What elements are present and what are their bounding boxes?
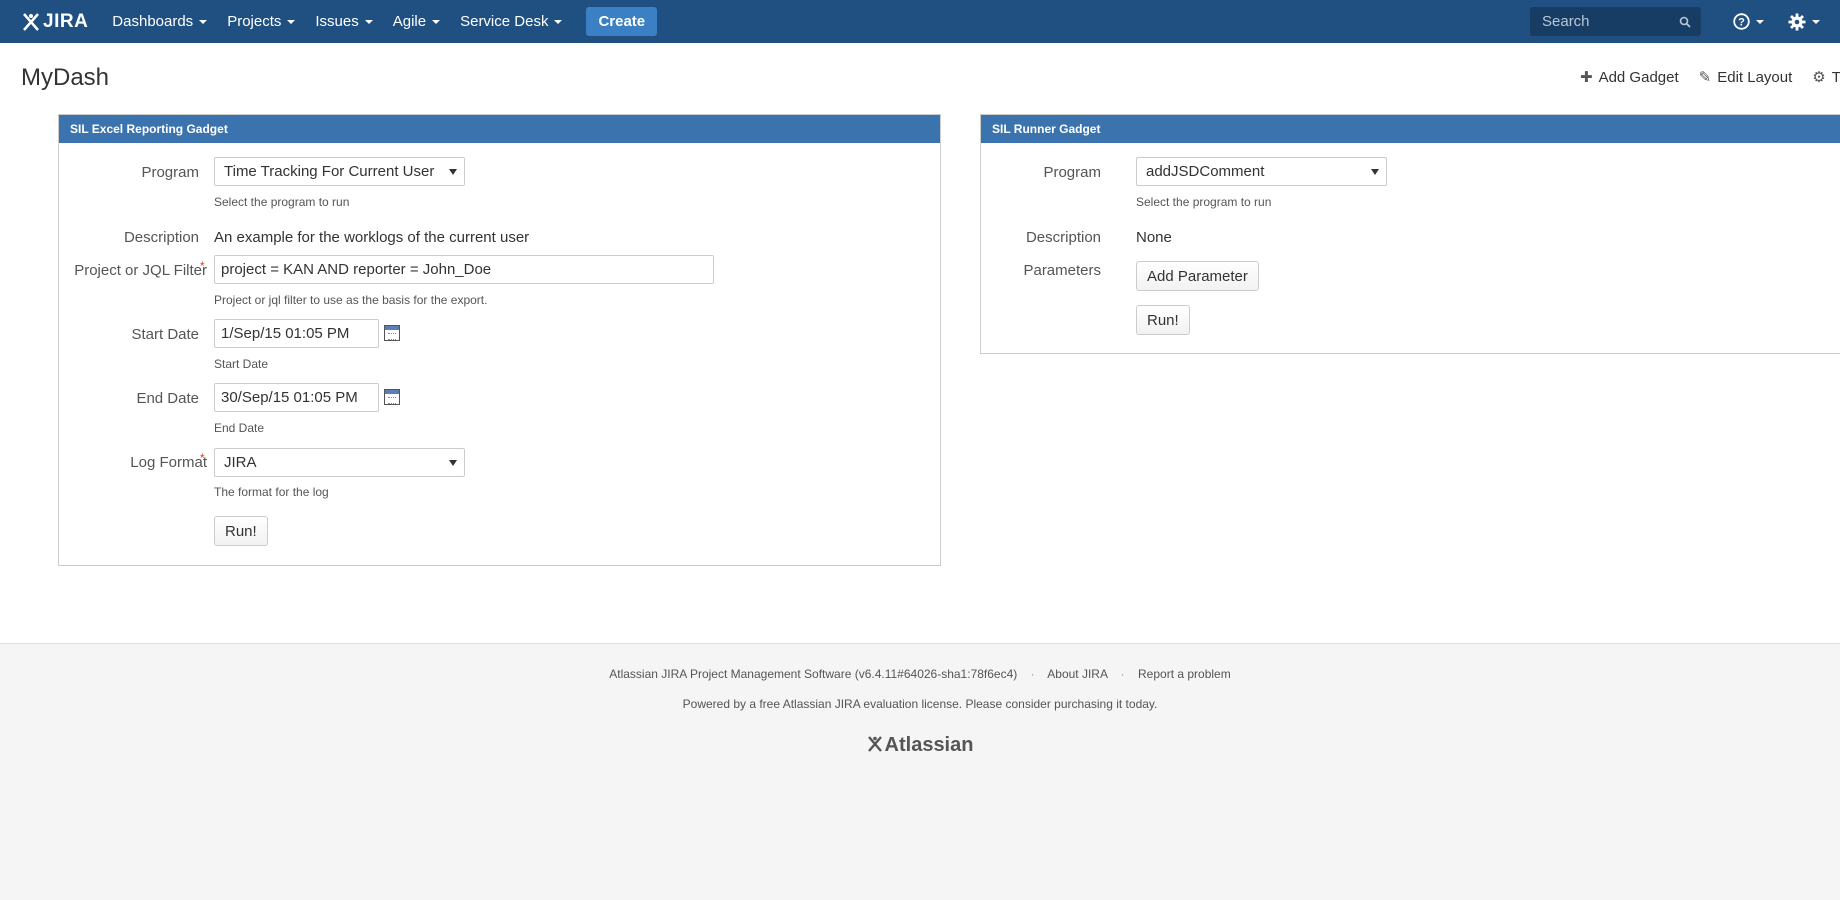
plus-icon: ✚ (1580, 69, 1593, 86)
runner-gadget: SIL Runner Gadget Program addJSDComment … (980, 114, 1840, 354)
jira-logo-text: JIRA (43, 10, 89, 32)
chevron-down-icon (364, 19, 373, 24)
run-button[interactable]: Run! (214, 516, 268, 546)
gadget-title: SIL Excel Reporting Gadget (59, 115, 940, 143)
excel-reporting-gadget: SIL Excel Reporting Gadget Program Time … (58, 114, 941, 566)
dropdown-arrow-icon (449, 460, 457, 466)
license-notice: Powered by a free Atlassian JIRA evaluat… (682, 697, 1158, 711)
chevron-down-icon (554, 19, 563, 24)
pencil-icon: ✎ (1698, 69, 1712, 86)
atlassian-logo-text: Atlassian (884, 734, 974, 756)
dropdown-arrow-icon (1371, 169, 1379, 175)
footer: Atlassian JIRA Project Management Softwa… (0, 643, 1840, 900)
search-box[interactable] (1530, 7, 1701, 36)
log-format-select[interactable]: JIRA (214, 448, 465, 477)
nav-service-desk-label: Service Desk (460, 13, 549, 30)
chevron-down-icon (432, 19, 441, 24)
start-date-value: 1/Sep/15 01:05 PM (221, 325, 350, 342)
program-select-value: Time Tracking For Current User (224, 163, 435, 180)
required-marker: * (200, 451, 205, 465)
nav-issues[interactable]: Issues (305, 0, 382, 43)
start-date-label: Start Date (131, 326, 199, 343)
nav-agile-label: Agile (392, 13, 427, 30)
nav-dashboards[interactable]: Dashboards (102, 0, 217, 43)
program-select[interactable]: addJSDComment (1136, 157, 1387, 186)
end-date-input[interactable]: 30/Sep/15 01:05 PM (214, 383, 379, 412)
filter-label: Project or JQL Filter (74, 262, 207, 279)
start-date-help: Start Date (214, 357, 269, 371)
end-date-value: 30/Sep/15 01:05 PM (221, 389, 358, 406)
edit-layout-label: Edit Layout (1717, 68, 1793, 86)
settings-menu[interactable] (1776, 0, 1832, 43)
jira-logo-icon (23, 12, 39, 31)
description-value: None (1136, 229, 1172, 246)
log-format-label: Log Format (130, 454, 207, 471)
create-button[interactable]: Create (586, 7, 658, 36)
chevron-down-icon (1756, 19, 1764, 24)
dashboard-actions: ✚ Add Gadget ✎ Edit Layout ⚙ To (1580, 68, 1840, 87)
program-help: Select the program to run (1136, 195, 1272, 209)
program-label: Program (1043, 164, 1101, 181)
log-format-value: JIRA (224, 454, 257, 471)
footer-links: Atlassian JIRA Project Management Softwa… (0, 667, 1840, 681)
footer-product-link[interactable]: Atlassian JIRA Project Management Softwa… (609, 667, 1017, 681)
nav-right: ? (1530, 0, 1840, 43)
help-menu[interactable]: ? (1721, 0, 1776, 43)
nav-dashboards-label: Dashboards (112, 13, 194, 30)
gear-icon: ⚙ (1812, 69, 1826, 86)
footer-separator: · (1120, 667, 1125, 681)
nav-projects[interactable]: Projects (217, 0, 305, 43)
help-icon: ? (1733, 13, 1750, 30)
end-date-label: End Date (136, 390, 199, 407)
start-date-input[interactable]: 1/Sep/15 01:05 PM (214, 319, 379, 348)
gear-icon (1788, 13, 1806, 30)
run-button[interactable]: Run! (1136, 305, 1190, 335)
about-jira-link[interactable]: About JIRA (1047, 667, 1107, 681)
add-gadget-label: Add Gadget (1598, 68, 1679, 86)
calendar-icon[interactable] (384, 325, 400, 341)
search-input[interactable] (1540, 12, 1679, 31)
chevron-down-icon (199, 19, 208, 24)
tools-button[interactable]: ⚙ To (1812, 68, 1840, 87)
required-marker: * (200, 259, 205, 273)
add-gadget-button[interactable]: ✚ Add Gadget (1580, 68, 1679, 87)
jira-logo[interactable]: JIRA (22, 11, 88, 33)
nav-agile[interactable]: Agile (383, 0, 450, 43)
add-parameter-button[interactable]: Add Parameter (1136, 261, 1259, 291)
log-format-help: The format for the log (214, 485, 329, 499)
tools-label: To (1831, 68, 1840, 86)
nav-service-desk[interactable]: Service Desk (450, 0, 572, 43)
footer-separator: · (1030, 667, 1035, 681)
atlassian-logo-icon (867, 736, 882, 752)
jql-filter-input[interactable]: project = KAN AND reporter = John_Doe (214, 255, 714, 284)
filter-help: Project or jql filter to use as the basi… (214, 293, 488, 307)
svg-text:?: ? (1738, 17, 1745, 29)
report-problem-link[interactable]: Report a problem (1138, 667, 1231, 681)
nav-projects-label: Projects (227, 13, 282, 30)
top-navigation: JIRA Dashboards Projects Issues Agile Se… (0, 0, 1840, 43)
program-label: Program (141, 164, 199, 181)
gadget-title: SIL Runner Gadget (981, 115, 1840, 143)
end-date-help: End Date (214, 421, 265, 435)
description-label: Description (123, 229, 199, 246)
edit-layout-button[interactable]: ✎ Edit Layout (1698, 68, 1793, 87)
search-icon (1679, 16, 1691, 28)
jql-filter-value: project = KAN AND reporter = John_Doe (221, 261, 492, 278)
calendar-icon[interactable] (384, 389, 400, 405)
dropdown-arrow-icon (449, 169, 457, 175)
program-help: Select the program to run (214, 195, 350, 209)
description-value: An example for the worklogs of the curre… (214, 229, 530, 246)
program-select-value: addJSDComment (1146, 163, 1265, 180)
chevron-down-icon (287, 19, 296, 24)
page-title: MyDash (21, 64, 110, 91)
chevron-down-icon (1812, 19, 1820, 24)
parameters-label: Parameters (1023, 262, 1101, 279)
program-select[interactable]: Time Tracking For Current User (214, 157, 465, 186)
atlassian-logo[interactable]: Atlassian (0, 734, 1840, 757)
description-label: Description (1025, 229, 1101, 246)
nav-issues-label: Issues (315, 13, 359, 30)
